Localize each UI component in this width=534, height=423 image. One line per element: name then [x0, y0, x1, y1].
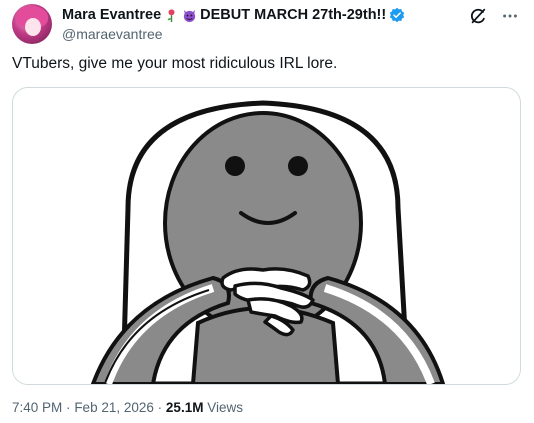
display-name-suffix: DEBUT MARCH 27th-29th!!	[200, 7, 387, 23]
verified-badge-icon	[390, 7, 405, 23]
tweet-meta: 7:40 PM · Feb 21, 2026 · 25.1M Views	[12, 400, 243, 415]
tweet-image[interactable]	[12, 87, 521, 385]
tweet-time[interactable]: 7:40 PM	[12, 400, 62, 415]
tweet-date[interactable]: Feb 21, 2026	[74, 400, 154, 415]
more-options-icon[interactable]	[500, 6, 520, 26]
meta-separator: ·	[66, 400, 71, 415]
grok-icon[interactable]	[468, 6, 488, 26]
meta-separator: ·	[157, 400, 163, 415]
display-name[interactable]: Mara Evantree	[62, 7, 161, 23]
author-handle[interactable]: @maraevantree	[62, 26, 163, 42]
tweet-actions-top	[468, 6, 520, 26]
tweet-text: VTubers, give me your most ridiculous IR…	[12, 55, 338, 72]
avatar[interactable]	[12, 4, 52, 44]
views-label: Views	[207, 400, 243, 415]
avatar-face	[25, 18, 41, 36]
meme-illustration	[13, 88, 520, 384]
rose-emoji-icon	[167, 8, 175, 22]
author-name-row: Mara Evantree DEBUT MARCH 27th-29th!!	[62, 7, 405, 23]
devil-emoji-icon	[184, 9, 196, 22]
views-count: 25.1M	[165, 400, 204, 415]
